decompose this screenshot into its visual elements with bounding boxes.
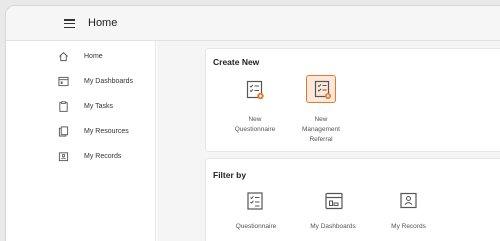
hamburger-menu-icon[interactable] xyxy=(64,19,75,29)
create-new-title: Create New xyxy=(213,57,260,67)
home-icon xyxy=(59,51,68,61)
filter-my-dashboards-tile[interactable]: My Dashboards xyxy=(296,189,370,239)
filter-by-card: Filter by Questionnaire My Dashboards My… xyxy=(205,158,500,241)
sidebar-item-my-dashboards[interactable]: My Dashboards xyxy=(58,74,133,88)
main-content: Create New New Questionnaire New Managem… xyxy=(157,41,500,241)
sidebar-item-my-tasks[interactable]: My Tasks xyxy=(58,99,113,113)
tile-label-line: Referral xyxy=(309,136,333,143)
dashboard-icon xyxy=(325,192,343,210)
page-title: Home xyxy=(88,17,118,29)
sidebar-item-my-resources[interactable]: My Resources xyxy=(58,124,129,138)
clipboard-icon xyxy=(59,100,68,112)
records-person-icon xyxy=(400,192,417,209)
filter-questionnaire-tile[interactable]: Questionnaire xyxy=(221,189,291,239)
sidebar-item-label: My Dashboards xyxy=(84,77,134,85)
tile-label-line: New xyxy=(314,116,328,123)
sidebar: Home My Dashboards My Tasks My Resources… xyxy=(6,41,156,241)
new-management-referral-tile[interactable]: New Management Referral xyxy=(292,75,350,145)
app-window: Home Home My Dashboards My Tasks My Reso… xyxy=(5,5,500,241)
questionnaire-icon xyxy=(247,192,263,210)
records-icon xyxy=(58,151,69,161)
questionnaire-add-icon xyxy=(246,80,264,100)
sidebar-item-home[interactable]: Home xyxy=(58,49,103,63)
tile-label: My Records xyxy=(391,223,426,230)
dashboard-icon xyxy=(58,76,69,86)
tile-label-line: Questionnaire xyxy=(234,126,276,133)
new-questionnaire-tile[interactable]: New Questionnaire xyxy=(226,75,284,145)
tile-label-line: Management xyxy=(302,126,340,133)
resources-icon xyxy=(58,125,69,137)
tile-label-line: New xyxy=(248,116,262,123)
filter-my-records-tile[interactable]: My Records xyxy=(376,189,441,239)
sidebar-item-label: My Tasks xyxy=(84,102,114,110)
sidebar-item-label: Home xyxy=(84,52,103,60)
tile-label: Questionnaire xyxy=(235,223,277,230)
tile-label: My Dashboards xyxy=(310,223,356,230)
sidebar-item-label: My Resources xyxy=(84,127,129,135)
selected-tile-highlight xyxy=(306,75,336,103)
sidebar-item-my-records[interactable]: My Records xyxy=(58,149,121,163)
sidebar-item-label: My Records xyxy=(84,152,122,160)
top-bar: Home xyxy=(6,6,500,41)
filter-by-title: Filter by xyxy=(213,170,247,180)
referral-add-icon xyxy=(314,80,331,99)
create-new-card: Create New New Questionnaire New Managem… xyxy=(205,48,500,152)
